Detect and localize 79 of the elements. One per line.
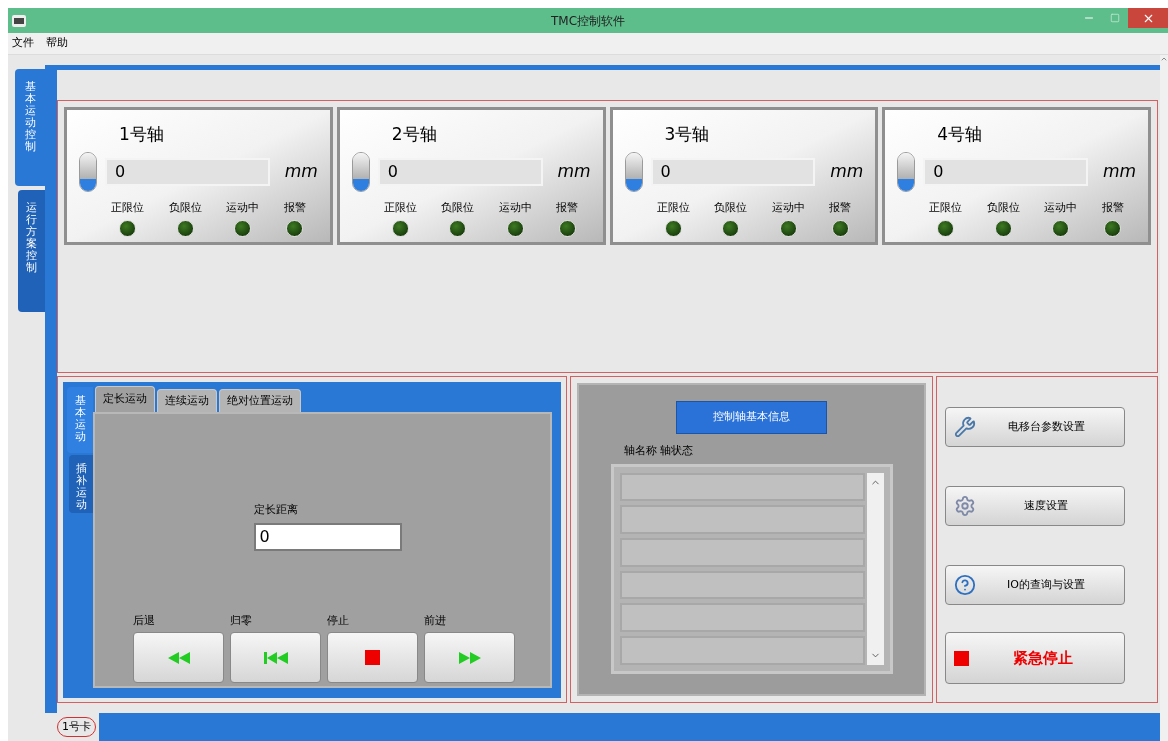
help-icon <box>954 574 976 596</box>
motion-button[interactable] <box>327 632 418 683</box>
position-field[interactable]: 0 <box>105 157 270 186</box>
axis-name: 3号轴 <box>664 123 711 146</box>
unit-label: mm <box>829 159 864 183</box>
motion-button[interactable] <box>230 632 321 683</box>
side-tab[interactable]: 基本运动控制 <box>15 69 45 186</box>
action-button[interactable]: 电移台参数设置 <box>945 407 1125 447</box>
action-button[interactable]: IO的查询与设置 <box>945 565 1125 605</box>
wrench-icon <box>954 416 976 438</box>
field-label: 定长距离 <box>253 502 298 518</box>
axis-name: 1号轴 <box>119 123 165 146</box>
motion-button[interactable] <box>133 632 224 683</box>
unit-label: mm <box>283 159 318 183</box>
app-icon <box>12 14 26 27</box>
maximize-icon <box>1110 13 1120 23</box>
tab[interactable]: 绝对位置运动 <box>219 389 301 412</box>
indicator-label: 负限位 <box>714 199 748 216</box>
distance-field[interactable]: 0 <box>253 522 402 551</box>
action-button[interactable]: 紧急停止 <box>945 632 1125 684</box>
side-tab[interactable]: 运行方案控制 <box>18 190 45 312</box>
stop-icon <box>365 650 380 665</box>
button-label: 停止 <box>327 612 349 629</box>
axis-toggle[interactable] <box>624 151 643 192</box>
list-row[interactable] <box>619 603 865 632</box>
unit-label: mm <box>556 159 591 183</box>
axis-name: 2号轴 <box>391 123 438 146</box>
action-button[interactable]: 速度设置 <box>945 486 1125 526</box>
axis-toggle[interactable] <box>79 151 97 192</box>
indicator-label: 负限位 <box>986 199 1020 216</box>
side-tab[interactable]: 基本运动 <box>67 387 93 453</box>
tab[interactable]: 定长运动 <box>95 386 155 412</box>
indicator-label: 正限位 <box>929 199 963 216</box>
close-button[interactable] <box>1128 8 1168 28</box>
indicator-label: 负限位 <box>168 199 202 216</box>
button-label: 后退 <box>133 612 155 629</box>
window-title: TMC控制软件 <box>550 12 626 30</box>
fast-forward-icon <box>458 651 481 664</box>
side-tab[interactable]: 插补运动 <box>69 455 93 513</box>
list-row[interactable] <box>619 635 865 665</box>
indicator-label: 负限位 <box>441 199 475 216</box>
position-field[interactable]: 0 <box>650 157 816 186</box>
button-label: 归零 <box>230 612 252 629</box>
axis-toggle[interactable] <box>351 151 370 192</box>
indicator-label: 正限位 <box>111 199 145 216</box>
axis-name: 4号轴 <box>937 123 984 146</box>
stop-icon <box>954 650 969 666</box>
button-label: 前进 <box>424 612 446 629</box>
position-field[interactable]: 0 <box>923 157 1088 186</box>
indicator-label: 报警 <box>829 199 852 216</box>
menu-item[interactable]: 帮助 <box>46 35 68 52</box>
indicator-label: 运动中 <box>226 199 260 216</box>
list-row[interactable] <box>619 505 865 534</box>
motion-button[interactable] <box>424 632 515 683</box>
card-tab[interactable]: 1号卡 <box>57 717 96 737</box>
rewind-icon <box>167 651 190 664</box>
scroll-up-icon[interactable] <box>1160 55 1168 63</box>
list-header: 轴名称 轴状态 <box>624 443 694 459</box>
indicator-label: 报警 <box>556 199 579 216</box>
position-field[interactable]: 0 <box>377 157 543 186</box>
window-scrollbar[interactable] <box>1160 55 1168 741</box>
skip-back-icon <box>263 651 288 664</box>
indicator-label: 报警 <box>283 199 306 216</box>
axis-toggle[interactable] <box>897 151 916 192</box>
scrollbar[interactable] <box>866 472 884 665</box>
axis-info-button[interactable]: 控制轴基本信息 <box>676 401 827 434</box>
indicator-label: 正限位 <box>656 199 690 216</box>
list-row[interactable] <box>619 570 865 600</box>
list-row[interactable] <box>619 537 865 567</box>
indicator-label: 运动中 <box>771 199 805 216</box>
indicator-label: 运动中 <box>498 199 532 216</box>
list-row[interactable] <box>619 472 865 502</box>
indicator-label: 运动中 <box>1044 199 1078 216</box>
menu-item[interactable]: 文件 <box>12 35 34 52</box>
tab[interactable]: 连续运动 <box>157 389 217 412</box>
unit-label: mm <box>1101 159 1136 183</box>
gear-icon <box>954 495 976 517</box>
indicator-label: 正限位 <box>383 199 417 216</box>
indicator-label: 报警 <box>1101 199 1124 216</box>
